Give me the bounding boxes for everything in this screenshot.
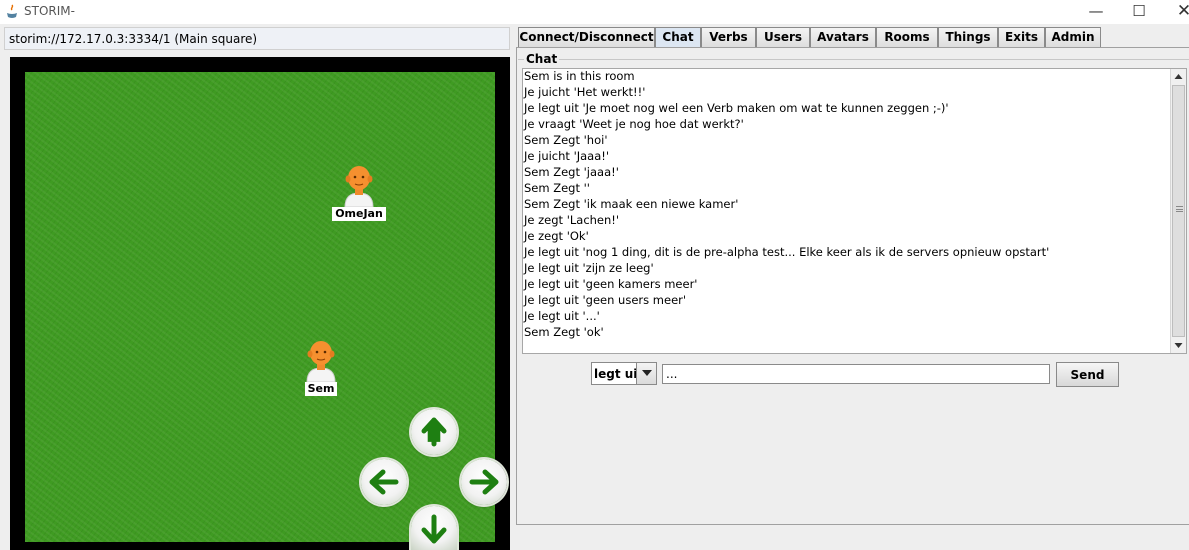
scroll-thumb[interactable]	[1172, 85, 1185, 337]
tab-things[interactable]: Things	[938, 27, 998, 48]
triangle-up-icon	[1174, 74, 1183, 79]
chat-line: Je legt uit 'zijn ze leeg'	[524, 261, 654, 275]
chat-line: Je zegt 'Lachen!'	[524, 213, 620, 227]
tab-admin[interactable]: Admin	[1045, 27, 1101, 48]
send-button[interactable]: Send	[1056, 362, 1119, 387]
maximize-button[interactable]: ☐	[1116, 0, 1162, 24]
chat-line: Je legt uit 'Je moet nog wel een Verb ma…	[524, 101, 949, 115]
move-down-button[interactable]	[411, 506, 457, 550]
chat-line: Je legt uit 'geen users meer'	[524, 293, 687, 307]
window-title: STORIM-	[24, 4, 75, 18]
chat-line: Je juicht 'Het werkt!!'	[524, 85, 646, 99]
avatar-name-label: Sem	[304, 382, 338, 396]
message-input[interactable]	[662, 364, 1050, 384]
move-right-button[interactable]	[461, 459, 507, 505]
chevron-down-icon	[642, 370, 652, 376]
triangle-down-icon	[1174, 343, 1183, 348]
arrow-right-icon	[469, 469, 499, 495]
close-button[interactable]: ✕	[1161, 0, 1189, 24]
grass-ground[interactable]	[25, 72, 495, 542]
chat-lines: Sem is in this room Je juicht 'Het werkt…	[524, 69, 1049, 341]
chat-scrollbar[interactable]	[1170, 69, 1186, 353]
address-field[interactable]	[4, 27, 510, 50]
tab-chat[interactable]: Chat	[655, 27, 701, 48]
chat-line: Je legt uit '...'	[524, 309, 600, 323]
chat-line: Sem Zegt ''	[524, 181, 590, 195]
move-up-button[interactable]	[411, 409, 457, 455]
chat-group-title: Chat	[524, 52, 560, 66]
grip-icon	[1176, 206, 1183, 212]
arrow-up-icon	[421, 417, 447, 447]
dropdown-arrow-button[interactable]	[636, 363, 656, 384]
tab-verbs[interactable]: Verbs	[701, 27, 756, 48]
chat-line: Je zegt 'Ok'	[524, 229, 589, 243]
world-view[interactable]	[10, 57, 510, 550]
chat-line: Sem is in this room	[524, 69, 635, 83]
scroll-down-button[interactable]	[1171, 338, 1186, 353]
tab-users[interactable]: Users	[756, 27, 810, 48]
chat-line: Sem Zegt 'jaaa!'	[524, 165, 619, 179]
title-bar: STORIM- — ☐ ✕	[0, 0, 1189, 24]
avatar-name-label: OmeJan	[332, 207, 386, 221]
java-app-icon	[7, 4, 17, 18]
avatar-sem[interactable]: Sem	[291, 338, 351, 396]
chat-line: Sem Zegt 'hoi'	[524, 133, 608, 147]
minimize-button[interactable]: —	[1073, 0, 1119, 24]
chat-line: Je legt uit 'nog 1 ding, dit is de pre-a…	[524, 245, 1050, 259]
verb-dropdown[interactable]: legt uit	[591, 362, 657, 385]
chat-line: Je vraagt 'Weet je nog hoe dat werkt?'	[524, 117, 744, 131]
arrow-down-icon	[421, 514, 447, 544]
chat-log[interactable]: Sem is in this room Je juicht 'Het werkt…	[522, 68, 1187, 354]
chat-line: Sem Zegt 'ok'	[524, 325, 604, 339]
tab-connect-disconnect[interactable]: Connect/Disconnect	[518, 27, 655, 48]
tab-avatars[interactable]: Avatars	[810, 27, 876, 48]
chat-line: Je legt uit 'geen kamers meer'	[524, 277, 698, 291]
chat-group-border	[518, 59, 1189, 60]
chat-line: Je juicht 'Jaaa!'	[524, 149, 610, 163]
scroll-up-button[interactable]	[1171, 69, 1186, 84]
move-left-button[interactable]	[361, 459, 407, 505]
avatar-omejan[interactable]: OmeJan	[329, 163, 389, 221]
arrow-left-icon	[369, 469, 399, 495]
tab-exits[interactable]: Exits	[998, 27, 1045, 48]
person-avatar-icon	[344, 166, 374, 207]
person-avatar-icon	[306, 341, 336, 382]
tab-rooms[interactable]: Rooms	[876, 27, 938, 48]
chat-line: Sem Zegt 'ik maak een niewe kamer'	[524, 197, 739, 211]
